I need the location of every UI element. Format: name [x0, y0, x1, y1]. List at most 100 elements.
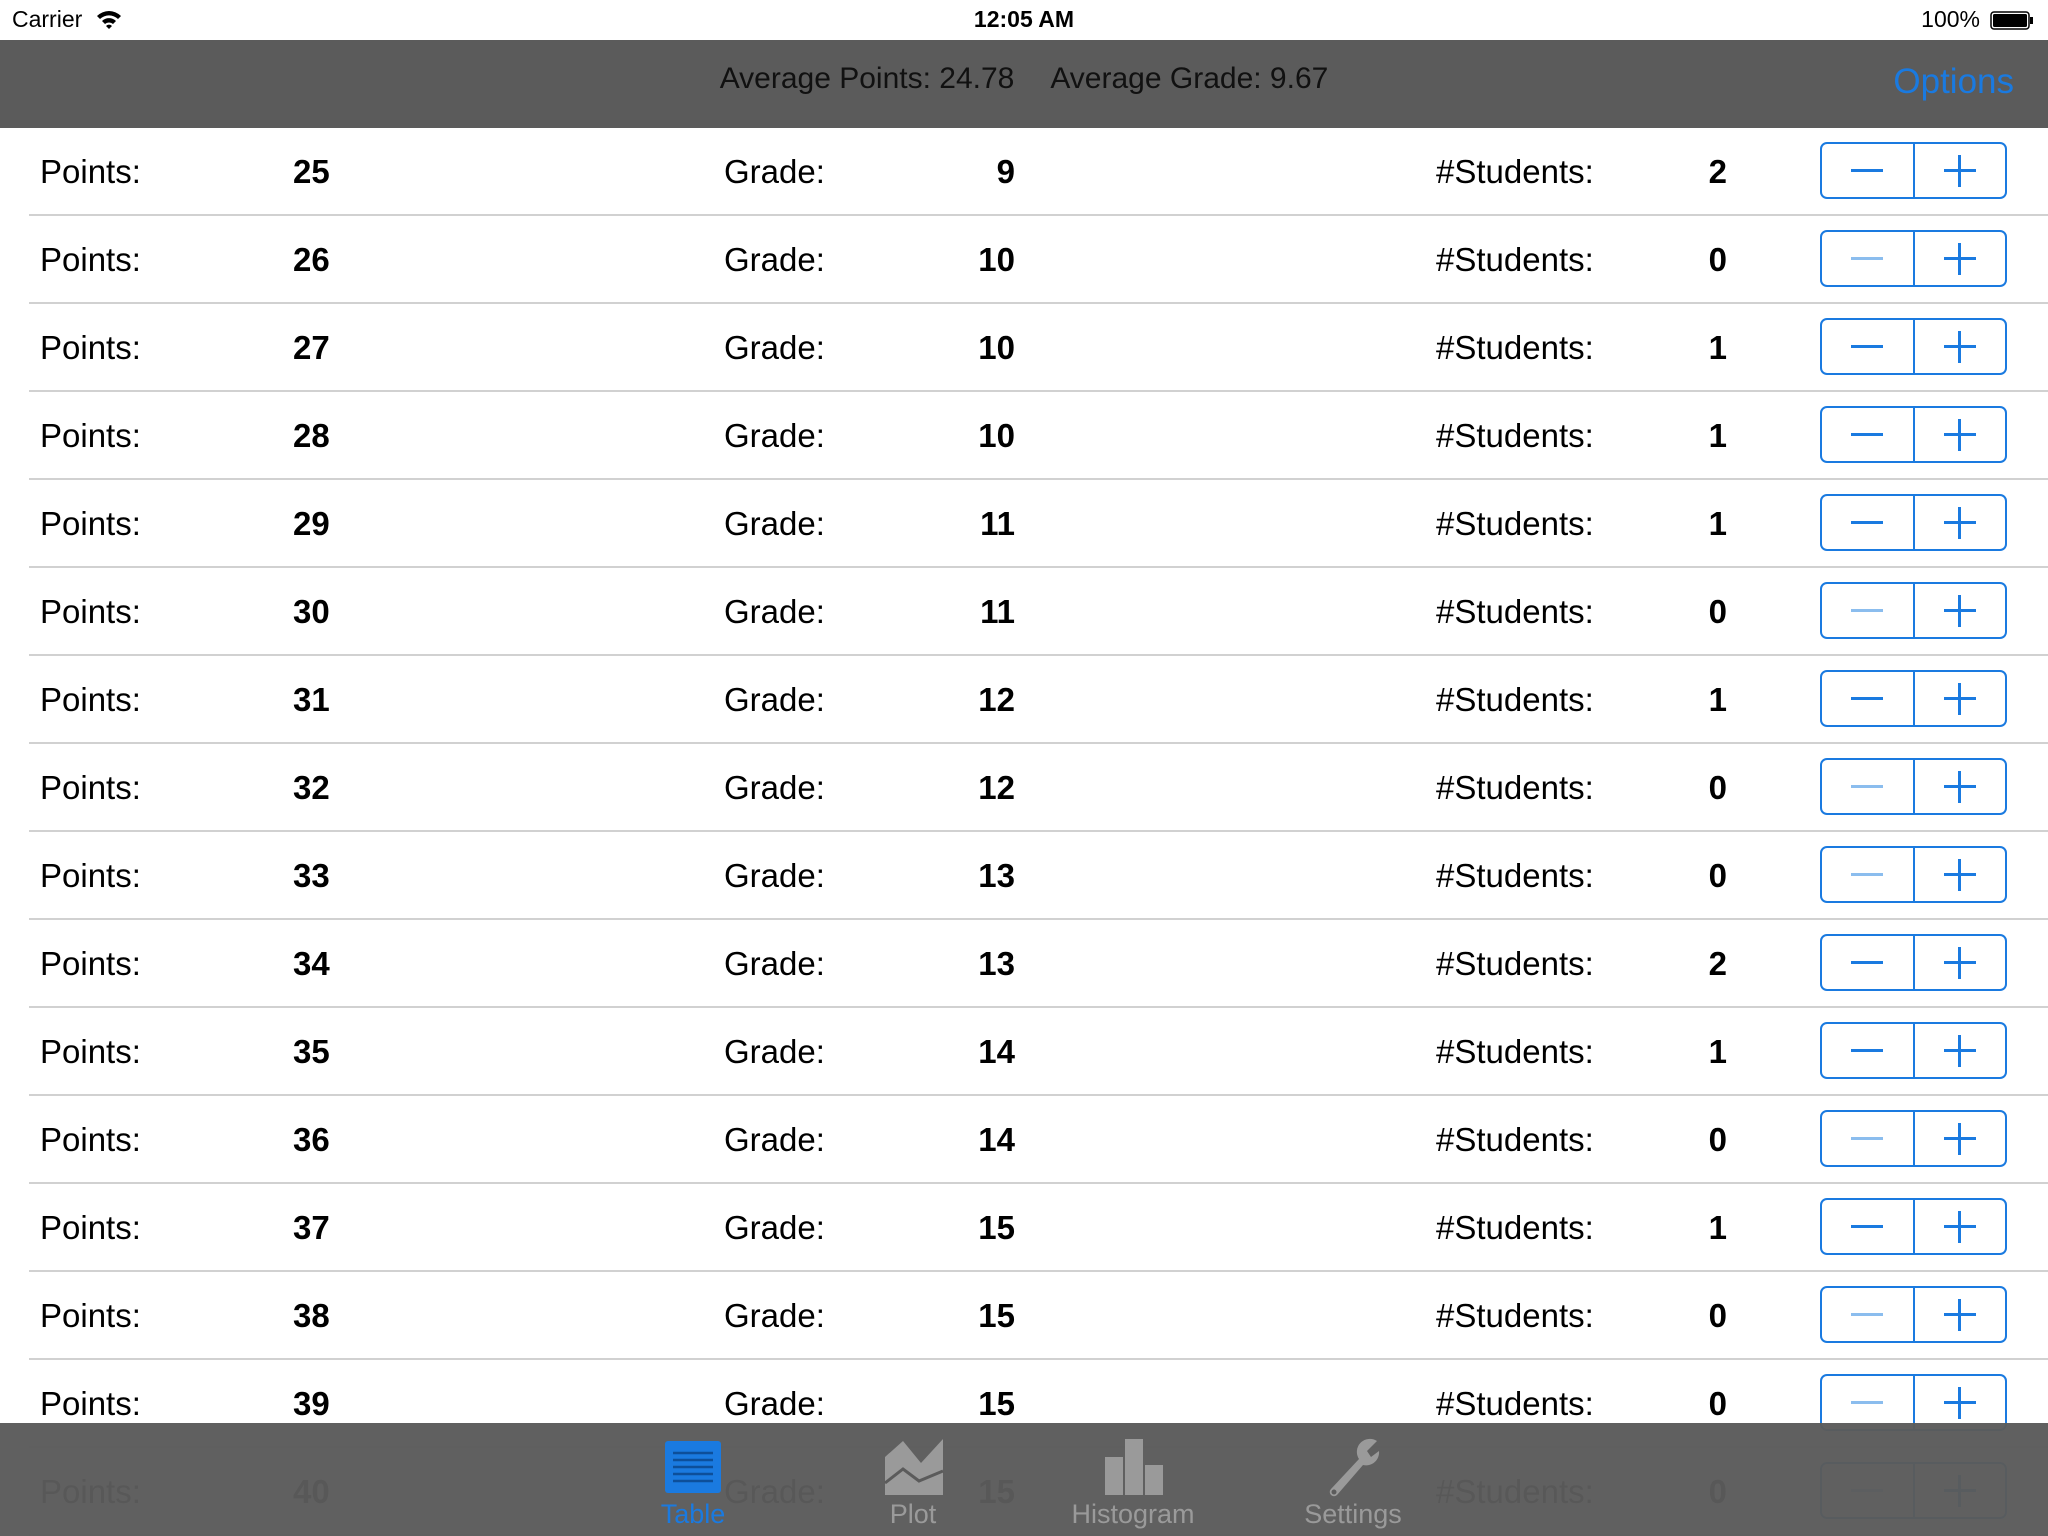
decrement-button[interactable] [1822, 672, 1915, 725]
students-stepper[interactable] [1820, 406, 2007, 463]
points-label: Points: [40, 1121, 141, 1158]
points-label: Points: [40, 681, 141, 718]
minus-icon [1851, 1225, 1884, 1228]
plus-icon-vertical [1958, 946, 1962, 979]
students-label: #Students: [1436, 945, 1594, 982]
plus-icon-vertical [1958, 506, 1962, 539]
students-count: 0 [1708, 1297, 1727, 1334]
minus-icon [1851, 257, 1884, 260]
grade-value: 11 [980, 593, 1015, 630]
decrement-button[interactable] [1822, 848, 1915, 901]
students-count: 1 [1708, 681, 1727, 718]
students-stepper[interactable] [1820, 1286, 2007, 1343]
table-row: Points: 29 Grade: 11 #Students: 1 [0, 480, 2048, 568]
points-value: 26 [293, 241, 330, 278]
tab-plot[interactable]: Plot [813, 1423, 1013, 1536]
students-stepper[interactable] [1820, 670, 2007, 727]
points-label: Points: [40, 153, 141, 190]
increment-button[interactable] [1915, 1288, 2006, 1341]
decrement-button[interactable] [1822, 1200, 1915, 1253]
table-row: Points: 33 Grade: 13 #Students: 0 [0, 832, 2048, 920]
plus-icon-vertical [1958, 1298, 1962, 1331]
students-label: #Students: [1436, 1297, 1594, 1334]
increment-button[interactable] [1915, 1112, 2006, 1165]
increment-button[interactable] [1915, 232, 2006, 285]
decrement-button[interactable] [1822, 1112, 1915, 1165]
increment-button[interactable] [1915, 408, 2006, 461]
minus-icon [1851, 521, 1884, 524]
students-stepper[interactable] [1820, 230, 2007, 287]
grade-label: Grade: [724, 329, 825, 366]
increment-button[interactable] [1915, 144, 2006, 197]
points-value: 31 [293, 681, 330, 718]
increment-button[interactable] [1915, 672, 2006, 725]
decrement-button[interactable] [1822, 936, 1915, 989]
students-label: #Students: [1436, 769, 1594, 806]
students-stepper[interactable] [1820, 1110, 2007, 1167]
grade-label: Grade: [724, 769, 825, 806]
decrement-button[interactable] [1822, 408, 1915, 461]
increment-button[interactable] [1915, 936, 2006, 989]
increment-button[interactable] [1915, 1200, 2006, 1253]
students-stepper[interactable] [1820, 494, 2007, 551]
points-label: Points: [40, 1033, 141, 1070]
tab-table[interactable]: Table [593, 1423, 793, 1536]
minus-icon [1851, 961, 1884, 964]
students-label: #Students: [1436, 857, 1594, 894]
students-label: #Students: [1436, 681, 1594, 718]
minus-icon [1851, 785, 1884, 788]
grade-label: Grade: [724, 945, 825, 982]
points-value: 33 [293, 857, 330, 894]
increment-button[interactable] [1915, 496, 2006, 549]
navigation-bar: Average Points: 24.78 Average Grade: 9.67… [0, 40, 2048, 128]
decrement-button[interactable] [1822, 496, 1915, 549]
students-stepper[interactable] [1820, 318, 2007, 375]
points-value: 36 [293, 1121, 330, 1158]
increment-button[interactable] [1915, 1024, 2006, 1077]
points-label: Points: [40, 857, 141, 894]
plus-icon-vertical [1958, 418, 1962, 451]
grade-label: Grade: [724, 857, 825, 894]
students-label: #Students: [1436, 1121, 1594, 1158]
decrement-button[interactable] [1822, 760, 1915, 813]
grade-label: Grade: [724, 1121, 825, 1158]
students-stepper[interactable] [1820, 1022, 2007, 1079]
decrement-button[interactable] [1822, 584, 1915, 637]
decrement-button[interactable] [1822, 1024, 1915, 1077]
increment-button[interactable] [1915, 760, 2006, 813]
students-stepper[interactable] [1820, 142, 2007, 199]
table-row: Points: 32 Grade: 12 #Students: 0 [0, 744, 2048, 832]
table-row: Points: 34 Grade: 13 #Students: 2 [0, 920, 2048, 1008]
tab-histogram[interactable]: Histogram [1033, 1423, 1233, 1536]
minus-icon [1851, 1137, 1884, 1140]
points-label: Points: [40, 1209, 141, 1246]
plus-icon-vertical [1958, 858, 1962, 891]
tab-label: Plot [889, 1499, 937, 1529]
grade-label: Grade: [724, 1209, 825, 1246]
grade-value: 9 [996, 153, 1015, 190]
increment-button[interactable] [1915, 1376, 2006, 1429]
students-stepper[interactable] [1820, 934, 2007, 991]
clock: 12:05 AM [973, 6, 1075, 32]
students-stepper[interactable] [1820, 846, 2007, 903]
plot-icon [884, 1439, 944, 1495]
increment-button[interactable] [1915, 848, 2006, 901]
students-stepper[interactable] [1820, 758, 2007, 815]
options-button[interactable]: Options [1893, 62, 2014, 102]
decrement-button[interactable] [1822, 144, 1915, 197]
increment-button[interactable] [1915, 320, 2006, 373]
table-row: Points: 36 Grade: 14 #Students: 0 [0, 1096, 2048, 1184]
decrement-button[interactable] [1822, 232, 1915, 285]
grade-value: 10 [978, 417, 1015, 454]
decrement-button[interactable] [1822, 1376, 1915, 1429]
students-stepper[interactable] [1820, 1198, 2007, 1255]
points-value: 34 [293, 945, 330, 982]
decrement-button[interactable] [1822, 320, 1915, 373]
tab-settings[interactable]: Settings [1253, 1423, 1453, 1536]
battery-percentage: 100% [1921, 6, 1980, 32]
students-stepper[interactable] [1820, 582, 2007, 639]
students-count: 0 [1708, 241, 1727, 278]
decrement-button[interactable] [1822, 1288, 1915, 1341]
increment-button[interactable] [1915, 584, 2006, 637]
grade-table[interactable]: Points: 25 Grade: 9 #Students: 2 Points: 26 Grad… [0, 128, 2048, 1536]
